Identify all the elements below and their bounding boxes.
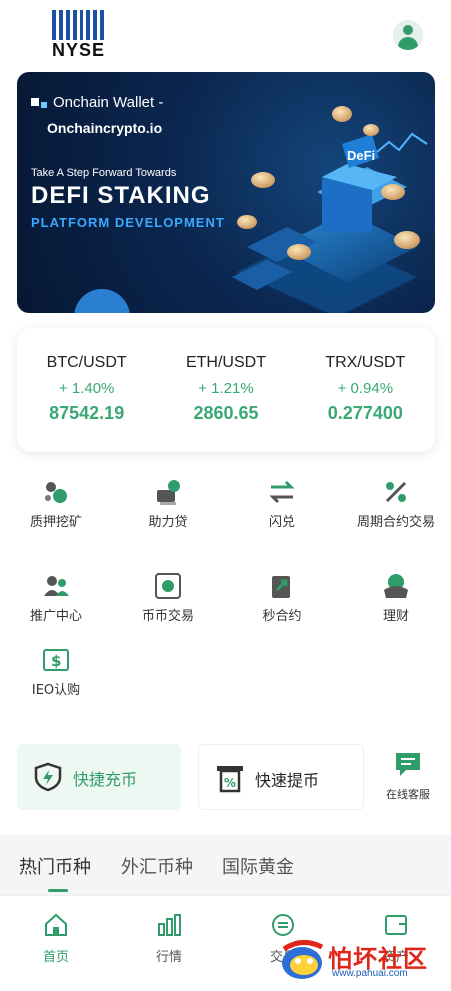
ieo-dollar-icon: $	[43, 649, 69, 671]
svg-text:%: %	[224, 776, 236, 790]
feature-loan[interactable]: 助力贷	[112, 478, 224, 531]
coin-trade-icon	[155, 573, 181, 599]
watermark-mascot-icon	[282, 940, 324, 979]
promotion-users-icon	[44, 576, 69, 596]
feature-label: 周期合约交易	[356, 515, 435, 530]
feature-label: 闪兑	[268, 515, 295, 530]
banner-title: DEFI STAKING	[31, 182, 211, 209]
ticker-pair: ETH/USDT	[185, 354, 266, 371]
swap-arrows-icon	[269, 480, 295, 504]
header: NYSE	[0, 0, 451, 64]
banner-wallet-label: Onchain Wallet -	[31, 94, 163, 111]
tab-gold[interactable]: 国际黄金	[222, 853, 294, 879]
nav-label: 行情	[155, 950, 182, 965]
quick-withdraw-button[interactable]: % 快速提币	[198, 744, 364, 810]
nav-market[interactable]: 行情	[129, 912, 209, 965]
online-service-button[interactable]: 在线客服	[378, 750, 438, 802]
feature-label: IEO认购	[31, 683, 81, 698]
ticker-eth[interactable]: ETH/USDT + 1.21% 2860.65	[156, 328, 295, 452]
banner-tagline: Take A Step Forward Towards	[31, 167, 177, 179]
watermark-url: www.pahuai.com	[332, 968, 408, 979]
feature-finance[interactable]: 理财	[340, 572, 451, 625]
feature-label: 理财	[382, 609, 409, 624]
feature-swap[interactable]: 闪兑	[226, 478, 338, 531]
chat-bubble-icon	[396, 753, 420, 776]
ticker-pair: BTC/USDT	[46, 354, 127, 371]
feature-label: 秒合约	[262, 609, 302, 624]
watermark: 怕坏社区 www.pahuai.com	[278, 935, 448, 985]
ticker-change: + 1.21%	[198, 380, 254, 397]
active-tab-indicator	[48, 889, 68, 892]
ticker-change: + 1.40%	[58, 380, 115, 397]
percent-icon	[385, 481, 407, 503]
feature-second-contract[interactable]: 秒合约	[226, 572, 338, 625]
home-icon	[45, 913, 67, 936]
promo-banner[interactable]: DeFi Onchain Wallet - Onchaincrypto.io T…	[17, 72, 435, 313]
second-contract-icon	[272, 576, 290, 598]
finance-icon	[384, 574, 408, 598]
online-service-label: 在线客服	[386, 788, 430, 801]
feature-periodic-contract[interactable]: 周期合约交易	[340, 478, 451, 531]
feature-ieo[interactable]: $ IEO认购	[0, 646, 112, 699]
logo-text: NYSE	[52, 40, 106, 60]
banner-subtitle: PLATFORM DEVELOPMENT	[31, 215, 225, 230]
quick-withdraw-label: 快速提币	[255, 771, 320, 790]
ticker-price: 0.277400	[327, 403, 403, 423]
defi-badge-text: DeFi	[347, 148, 375, 163]
nav-label: 首页	[42, 950, 69, 965]
feature-staking-mining[interactable]: 质押挖矿	[0, 478, 112, 531]
feature-label: 助力贷	[148, 515, 188, 530]
nav-home[interactable]: 首页	[16, 912, 96, 965]
ticker-btc[interactable]: BTC/USDT + 1.40% 87542.19	[17, 328, 156, 452]
price-ticker-card: BTC/USDT + 1.40% 87542.19 ETH/USDT + 1.2…	[17, 328, 435, 452]
feature-label: 质押挖矿	[29, 515, 82, 530]
tab-forex[interactable]: 外汇币种	[121, 853, 193, 879]
feature-promotion-center[interactable]: 推广中心	[0, 572, 112, 625]
ticker-pair: TRX/USDT	[325, 354, 406, 371]
shield-bolt-icon	[34, 762, 62, 792]
user-avatar-icon[interactable]	[393, 20, 423, 50]
feature-label: 币币交易	[141, 609, 194, 624]
withdraw-percent-icon: %	[217, 766, 243, 793]
staking-mining-icon	[45, 482, 67, 503]
ticker-price: 87542.19	[49, 403, 125, 423]
tab-hot-coins[interactable]: 热门币种	[19, 853, 91, 879]
ticker-price: 2860.65	[193, 403, 259, 423]
banner-site: Onchaincrypto.io	[47, 120, 163, 136]
ticker-change: + 0.94%	[337, 380, 394, 397]
market-tabs: 热门币种 外汇币种 国际黄金	[0, 835, 451, 895]
ticker-trx[interactable]: TRX/USDT + 0.94% 0.277400	[296, 328, 435, 452]
loan-icon	[157, 480, 180, 505]
quick-deposit-button[interactable]: 快捷充币	[17, 744, 181, 810]
nyse-logo[interactable]: NYSE	[52, 10, 106, 60]
feature-label: 推广中心	[29, 609, 82, 624]
quick-deposit-label: 快捷充币	[73, 770, 138, 789]
logo-bars	[52, 10, 104, 40]
svg-text:$: $	[51, 652, 61, 670]
market-chart-icon	[158, 914, 181, 936]
feature-coin-trade[interactable]: 币币交易	[112, 572, 224, 625]
